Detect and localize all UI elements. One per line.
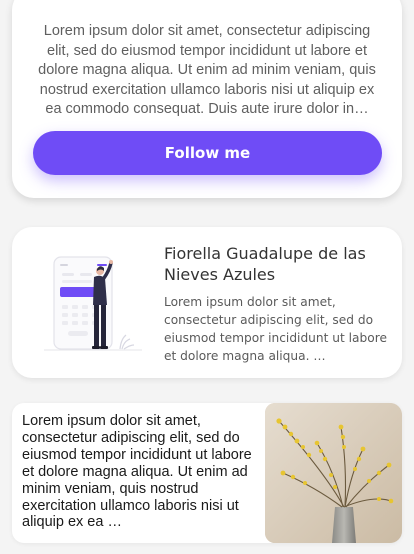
person-with-phone-illustration (42, 253, 146, 357)
follow-card: Lorem ipsum dolor sit amet, consectetur … (12, 0, 402, 198)
profile-name: Fiorella Guadalupe de las Nieves Azules (164, 244, 366, 284)
media-card[interactable]: Lorem ipsum dolor sit amet, consectetur … (12, 403, 402, 543)
media-card-text: Lorem ipsum dolor sit amet, consectetur … (22, 413, 252, 531)
profile-card[interactable]: Fiorella Guadalupe de las Nieves Azules … (12, 227, 402, 378)
follow-button[interactable]: Follow me (33, 131, 382, 175)
follow-card-text: Lorem ipsum dolor sit amet, consectetur … (38, 23, 376, 117)
profile-text: Lorem ipsum dolor sit amet, consectetur … (164, 295, 387, 363)
flower-vase-photo (265, 403, 402, 543)
